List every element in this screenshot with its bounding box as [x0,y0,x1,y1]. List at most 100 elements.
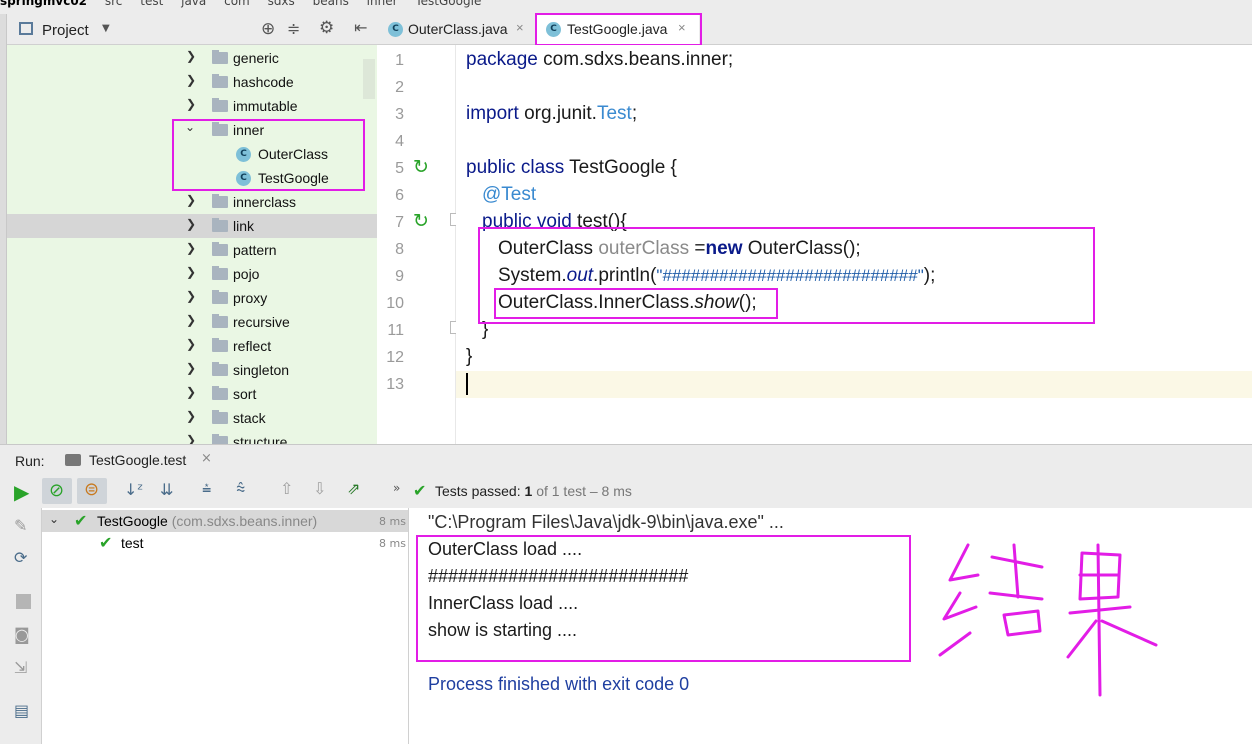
breadcrumb-item[interactable]: springmvc02 [0,0,87,8]
tree-item-singleton[interactable]: ❯ singleton [7,358,377,382]
test-suite-label: TestGoogle (com.sdxs.beans.inner) [97,513,317,529]
camera-icon[interactable]: ◙ [14,625,30,644]
tree-item-label: proxy [233,290,268,306]
tree-item-label: stack [233,410,266,426]
chevron-right-icon[interactable]: ❯ [186,361,196,375]
breadcrumb-item[interactable]: beans [313,0,349,8]
chevron-right-icon[interactable]: ❯ [186,241,196,255]
handwritten-annotation [938,543,1158,697]
tree-item-proxy[interactable]: ❯ proxy [7,286,377,310]
breadcrumb-item[interactable]: sdxs [268,0,295,8]
tree-item-reflect[interactable]: ❯ reflect [7,334,377,358]
export-icon[interactable]: ⇗ [347,479,360,498]
ignored-filter-icon[interactable]: ⊜ [84,479,99,500]
sort-duration-icon[interactable]: ⇊ [160,480,173,499]
previous-icon[interactable]: ⇧ [280,479,293,498]
collapse-all-icon[interactable]: ⩯ [236,479,245,499]
tree-item-structure[interactable]: ❯ structure [7,430,377,444]
chevron-right-icon[interactable]: ❯ [186,433,196,444]
breadcrumb-item[interactable]: src [105,0,123,8]
tab-outerclass[interactable]: C OuterClass.java × [378,14,532,45]
toggle-auto-test-icon[interactable]: ⟳ [14,548,27,567]
chevron-right-icon[interactable]: ❯ [186,409,196,423]
passed-filter-icon[interactable]: ⊘ [49,480,64,501]
hide-panel-icon[interactable]: ⇤ [354,18,367,37]
layout-icon[interactable]: ▤ [14,701,29,720]
test-suite-name: TestGoogle [97,513,168,529]
inner-package-highlight [172,119,365,191]
chevron-down-icon[interactable]: ⌄ [49,512,59,526]
run-class-icon[interactable]: ↻ [413,156,429,178]
tree-item-label: hashcode [233,74,294,90]
import-icon[interactable]: ⇲ [14,658,27,677]
tree-item-innerclass[interactable]: ❯ innerclass [7,190,377,214]
project-icon [19,22,33,35]
tree-item-label: innerclass [233,194,297,210]
tree-item-pattern[interactable]: ❯ pattern [7,238,377,262]
close-icon[interactable]: × [201,451,212,466]
run-config-icon [65,454,81,466]
code-text: } [466,346,473,367]
status-detail: of 1 test – 8 ms [536,483,632,499]
tree-item-label: recursive [233,314,290,330]
tests-status: Tests passed: 1 of 1 test – 8 ms [435,483,632,499]
folder-icon [212,290,228,304]
test-suite-row[interactable]: ⌄ ✔ TestGoogle (com.sdxs.beans.inner) 8 … [42,510,408,532]
chevron-right-icon[interactable]: ❯ [186,265,196,279]
test-case-row[interactable]: ✔ test 8 ms [42,532,408,554]
tree-item-pojo[interactable]: ❯ pojo [7,262,377,286]
sort-alpha-icon[interactable]: ↓ᶻ [124,480,143,499]
close-icon[interactable]: × [516,20,524,35]
editor-gutter: 1 2 3 4 5 6 7 8 9 10 11 12 13 ↻ ↻ [378,45,461,444]
rerun-icon[interactable]: ▶ [14,480,29,504]
passed-icon: ✔ [99,533,113,552]
line-number: 4 [395,133,404,150]
run-method-icon[interactable]: ↻ [413,210,429,232]
code-line-1: package com.sdxs.beans.inner; [466,49,733,71]
passed-icon: ✔ [74,511,88,530]
tree-item-generic[interactable]: ❯ generic [7,46,377,70]
more-icon[interactable]: » [393,481,400,495]
tree-scrollbar[interactable] [363,59,375,99]
chevron-right-icon[interactable]: ❯ [186,337,196,351]
breadcrumb-item[interactable]: java [181,0,206,8]
tree-item-immutable[interactable]: ❯ immutable [7,94,377,118]
folder-icon [212,410,228,424]
breadcrumb-item[interactable]: TestGoogle [415,0,481,8]
chevron-right-icon[interactable]: ❯ [186,385,196,399]
folder-icon [212,434,228,444]
tree-item-hashcode[interactable]: ❯ hashcode [7,70,377,94]
breadcrumb-item[interactable]: test [140,0,163,8]
line-number: 5 [395,160,404,177]
output-highlight [416,535,911,662]
gear-icon[interactable]: ⚙ [319,18,334,38]
chevron-right-icon[interactable]: ❯ [186,49,196,63]
chevron-right-icon[interactable]: ❯ [186,217,196,231]
chevron-right-icon[interactable]: ❯ [186,73,196,87]
breadcrumb-item[interactable]: com [224,0,250,8]
project-view-selector[interactable]: Project [42,22,89,39]
chevron-right-icon[interactable]: ❯ [186,193,196,207]
tree-item-recursive[interactable]: ❯ recursive [7,310,377,334]
chevron-down-icon[interactable]: ▼ [102,23,110,34]
console-exit-line: Process finished with exit code 0 [428,674,690,694]
code-text: org.junit. [518,103,597,124]
stop-icon[interactable] [16,594,31,609]
next-icon[interactable]: ⇩ [313,479,326,498]
chevron-right-icon[interactable]: ❯ [186,313,196,327]
folder-icon [212,74,228,88]
keyword: import [466,103,519,124]
locate-icon[interactable]: ⊕ [261,19,275,39]
tree-item-stack[interactable]: ❯ stack [7,406,377,430]
chevron-right-icon[interactable]: ❯ [186,97,196,111]
pin-icon[interactable]: ✎ [14,516,27,535]
folder-icon [212,194,228,208]
tree-item-label: pojo [233,266,260,282]
tree-item-link[interactable]: ❯ link [7,214,377,238]
run-tab-label[interactable]: TestGoogle.test [89,452,186,468]
tree-item-sort[interactable]: ❯ sort [7,382,377,406]
chevron-right-icon[interactable]: ❯ [186,289,196,303]
breadcrumb-item[interactable]: inner [367,0,398,8]
collapse-icon[interactable]: ≑ [287,19,300,38]
expand-all-icon[interactable]: ⩮ [202,479,211,499]
